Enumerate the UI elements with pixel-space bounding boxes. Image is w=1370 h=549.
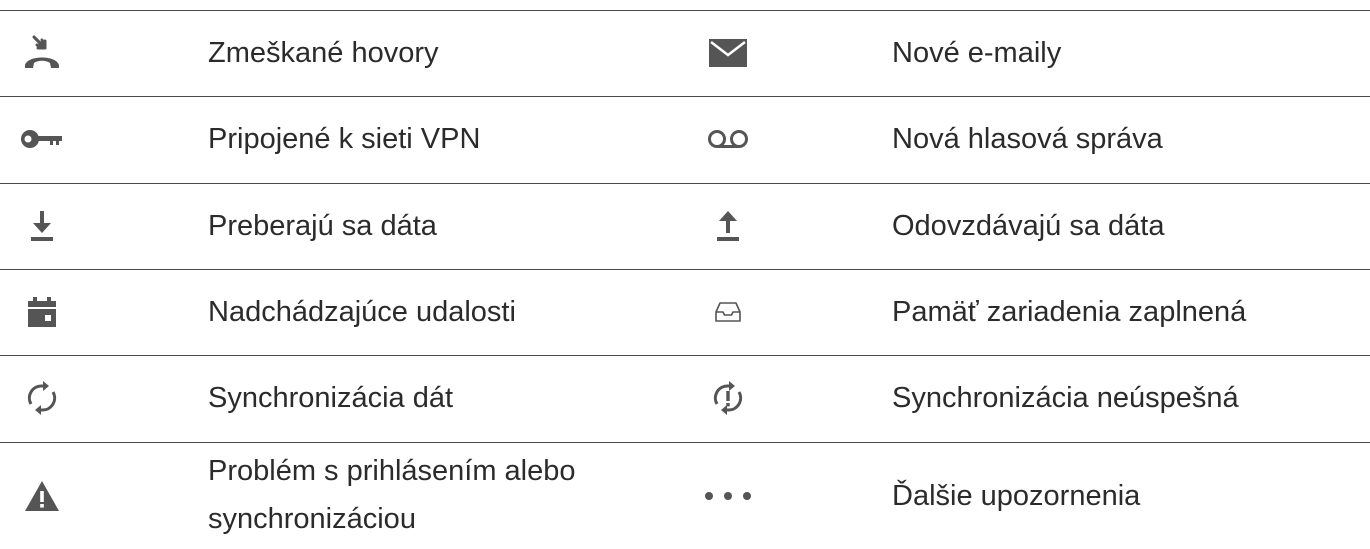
legend-label: Nadchádzajúce udalosti [208, 296, 516, 328]
table-row: Preberajú sa dáta Odovzdávajú sa dáta [0, 183, 1370, 269]
voicemail-icon [696, 118, 760, 160]
table-row: Synchronizácia dát Synchronizácia neúspe… [0, 355, 1370, 442]
warning-icon [10, 475, 74, 517]
sync-failed-icon [696, 377, 760, 419]
legend-label: Pamäť zariadenia zaplnená [892, 296, 1247, 328]
table-row: Nadchádzajúce udalosti Pamäť zariadenia … [0, 269, 1370, 355]
sync-icon [10, 377, 74, 419]
table-row: Problém s prihlásením alebo synchronizác… [0, 442, 1370, 549]
table-row: Zmeškané hovory Nové e-maily [0, 10, 1370, 96]
more-dots-icon [696, 475, 760, 517]
download-icon [10, 205, 74, 247]
table-row: Pripojené k sieti VPN Nová hlasová správ… [0, 96, 1370, 183]
upload-icon [696, 205, 760, 247]
vpn-key-icon [10, 118, 74, 160]
legend-label: synchronizáciou [208, 503, 416, 535]
storage-full-icon [696, 291, 760, 333]
legend-label: Zmeškané hovory [208, 37, 439, 69]
legend-label: Odovzdávajú sa dáta [892, 210, 1165, 242]
legend-label: Synchronizácia neúspešná [892, 382, 1239, 414]
email-icon [696, 32, 760, 74]
legend-label: Nové e-maily [892, 37, 1062, 69]
legend-label: Ďalšie upozornenia [892, 480, 1141, 512]
legend-label: Preberajú sa dáta [208, 210, 437, 242]
legend-label: Problém s prihlásením alebo [208, 455, 576, 487]
legend-label: Pripojené k sieti VPN [208, 123, 481, 155]
legend-label: Nová hlasová správa [892, 123, 1163, 155]
missed-call-icon [10, 32, 74, 74]
legend-label: Synchronizácia dát [208, 382, 454, 414]
calendar-icon [10, 291, 74, 333]
